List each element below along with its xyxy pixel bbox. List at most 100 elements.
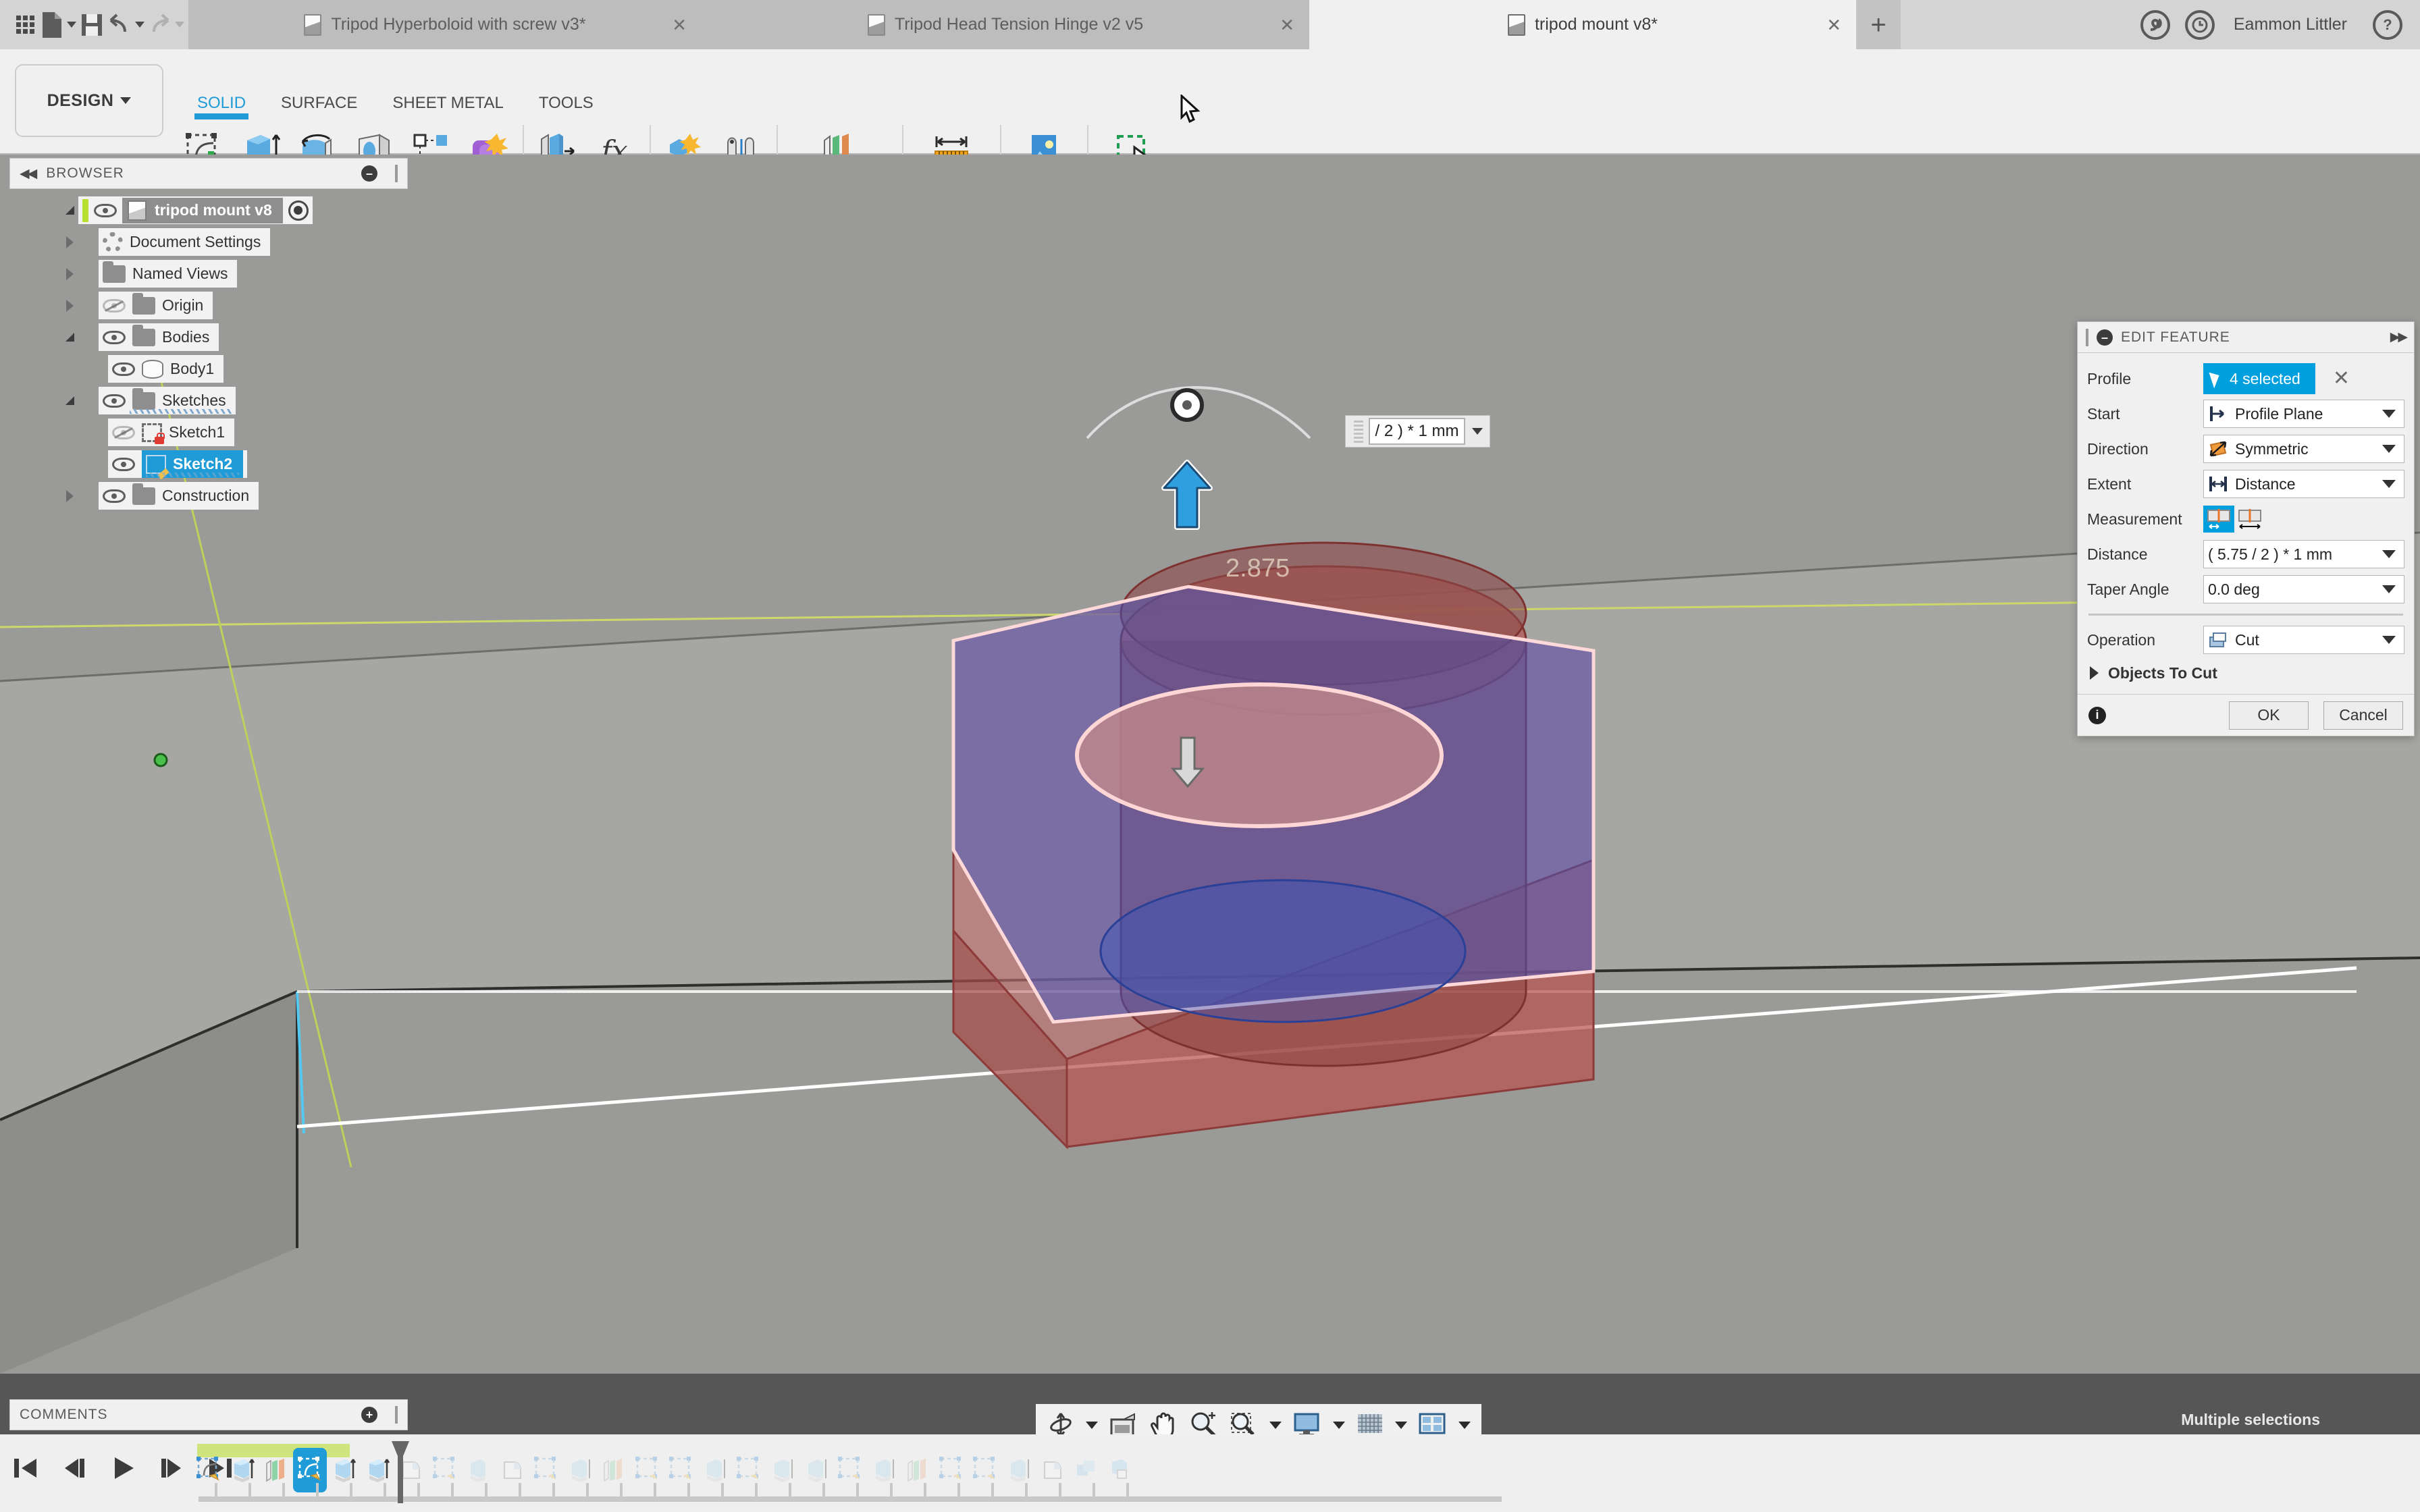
info-icon[interactable]: i — [2088, 706, 2106, 724]
tree-item[interactable]: Sketch2 — [108, 450, 248, 479]
tab-solid[interactable]: SOLID — [180, 94, 263, 119]
panel-grip[interactable] — [395, 165, 398, 182]
tree-item[interactable]: Document Settings — [99, 228, 271, 256]
close-icon[interactable]: ✕ — [1826, 16, 1841, 34]
visibility-eye-icon[interactable] — [103, 329, 126, 346]
collapse-left-icon[interactable]: ◀◀ — [20, 166, 37, 182]
tree-row-sketch2[interactable]: Sketch2 — [9, 448, 408, 480]
close-icon[interactable]: ✕ — [1280, 16, 1294, 34]
tree-row-document-settings[interactable]: Document Settings — [9, 226, 408, 258]
new-tab-button[interactable]: + — [1856, 0, 1901, 49]
save-icon[interactable] — [79, 6, 105, 44]
profile-selection-chip[interactable]: 4 selected — [2203, 363, 2315, 394]
expander-closed-icon[interactable] — [61, 299, 78, 312]
minimize-icon[interactable]: – — [361, 165, 377, 182]
visibility-eye-icon[interactable] — [103, 392, 126, 410]
expander-closed-icon[interactable] — [61, 489, 78, 502]
extrude-arrow-icon[interactable] — [1155, 458, 1219, 533]
tree-item[interactable]: Body1 — [108, 355, 224, 383]
expander-open-icon[interactable] — [61, 333, 78, 342]
grid-apps-icon[interactable] — [12, 6, 38, 44]
timeline-playhead[interactable] — [389, 1441, 412, 1503]
chevron-down-icon[interactable] — [1086, 1421, 1098, 1429]
tree-row-named-views[interactable]: Named Views — [9, 258, 408, 290]
step-forward-icon[interactable] — [157, 1453, 186, 1486]
cancel-button[interactable]: Cancel — [2323, 701, 2403, 730]
tab-sheet-metal[interactable]: SHEET METAL — [375, 94, 521, 119]
expander-closed-icon[interactable] — [61, 267, 78, 280]
ok-button[interactable]: OK — [2229, 701, 2309, 730]
chevron-down-icon[interactable] — [1395, 1421, 1407, 1429]
job-status-icon[interactable] — [2184, 9, 2215, 40]
workspace-switcher-button[interactable]: DESIGN — [15, 64, 163, 137]
distance-input[interactable]: ( 5.75 / 2 ) * 1 mm — [2203, 540, 2404, 568]
measurement-half-length-button[interactable] — [2203, 506, 2234, 533]
chevron-down-icon[interactable] — [1269, 1421, 1282, 1429]
tree-row-bodies[interactable]: Bodies — [9, 321, 408, 353]
tree-item[interactable]: Bodies — [99, 323, 219, 351]
tree-row-body1[interactable]: Body1 — [9, 353, 408, 385]
user-name[interactable]: Eammon Littler — [2234, 15, 2347, 34]
clear-selection-icon[interactable]: ✕ — [2333, 369, 2350, 389]
canvas-distance-input[interactable]: / 2 ) * 1 mm — [1345, 415, 1490, 448]
minimize-icon[interactable]: – — [2097, 329, 2113, 346]
expand-right-icon[interactable]: ▶▶ — [2390, 329, 2408, 345]
visibility-eye-icon[interactable] — [103, 487, 126, 505]
chevron-down-icon[interactable] — [1472, 428, 1483, 435]
add-comment-icon[interactable]: + — [361, 1407, 377, 1423]
timeline-track[interactable] — [192, 1441, 2352, 1506]
close-icon[interactable]: ✕ — [672, 16, 687, 34]
visibility-eye-icon[interactable] — [112, 360, 135, 378]
document-tab-2[interactable]: tripod mount v8* ✕ — [1309, 0, 1856, 49]
go-to-beginning-icon[interactable] — [11, 1453, 41, 1486]
tree-item[interactable]: Sketches — [99, 387, 236, 414]
tree-row-origin[interactable]: Origin — [9, 290, 408, 321]
tree-row-tripod-mount-v8[interactable]: tripod mount v8 — [9, 194, 408, 226]
expander-open-icon[interactable] — [61, 396, 78, 405]
visibility-eye-off-icon[interactable] — [112, 424, 135, 441]
document-tab-0[interactable]: Tripod Hyperboloid with screw v3* ✕ — [188, 0, 702, 49]
tree-row-sketch1[interactable]: Sketch1 — [9, 416, 408, 448]
start-dropdown[interactable]: Profile Plane — [2203, 400, 2404, 428]
drag-handle-icon[interactable] — [1354, 420, 1363, 443]
objects-to-cut-expander[interactable]: Objects To Cut — [2087, 657, 2404, 688]
browser-title: BROWSER — [46, 165, 124, 181]
extensions-icon[interactable] — [2140, 9, 2170, 40]
measurement-whole-length-button[interactable] — [2234, 506, 2265, 533]
comments-panel-header[interactable]: COMMENTS + — [9, 1399, 408, 1430]
tab-surface[interactable]: SURFACE — [263, 94, 375, 119]
dialog-header[interactable]: – EDIT FEATURE ▶▶ — [2078, 322, 2414, 353]
redo-icon[interactable] — [147, 6, 184, 44]
tree-item[interactable]: Origin — [99, 292, 213, 319]
play-icon[interactable] — [108, 1453, 138, 1486]
document-tab-1[interactable]: Tripod Head Tension Hinge v2 v5 ✕ — [702, 0, 1309, 49]
step-back-icon[interactable] — [59, 1453, 89, 1486]
undo-icon[interactable] — [107, 6, 144, 44]
tree-item[interactable]: Construction — [99, 482, 259, 510]
panel-grip[interactable] — [395, 1406, 398, 1424]
new-file-icon[interactable] — [41, 6, 76, 44]
tree-item[interactable]: Sketch1 — [108, 418, 235, 446]
taper-angle-input[interactable]: 0.0 deg — [2203, 575, 2404, 603]
visibility-eye-icon[interactable] — [94, 202, 117, 219]
component-row-pill[interactable]: tripod mount v8 — [78, 196, 313, 224]
help-icon[interactable]: ? — [2373, 9, 2402, 40]
operation-dropdown[interactable]: Cut — [2203, 626, 2404, 654]
tab-tools[interactable]: TOOLS — [521, 94, 611, 119]
expander-open-icon[interactable] — [61, 206, 78, 215]
extent-dropdown[interactable]: Distance — [2203, 470, 2404, 498]
tree-row-sketches[interactable]: Sketches — [9, 385, 408, 416]
tree-row-construction[interactable]: Construction — [9, 480, 408, 512]
canvas-distance-value[interactable]: / 2 ) * 1 mm — [1369, 418, 1465, 445]
tree-item-selected[interactable]: Sketch2 — [142, 450, 244, 479]
visibility-eye-icon[interactable] — [112, 456, 135, 473]
activate-component-radio[interactable] — [288, 200, 309, 221]
visibility-eye-off-icon[interactable] — [103, 297, 126, 315]
expander-closed-icon[interactable] — [61, 236, 78, 248]
extrude-arrow-down-icon[interactable] — [1167, 735, 1209, 789]
direction-dropdown[interactable]: Symmetric — [2203, 435, 2404, 463]
tree-item[interactable]: Named Views — [99, 260, 238, 288]
chevron-down-icon[interactable] — [1333, 1421, 1345, 1429]
chevron-down-icon[interactable] — [1458, 1421, 1471, 1429]
dialog-grip[interactable] — [2086, 328, 2088, 346]
